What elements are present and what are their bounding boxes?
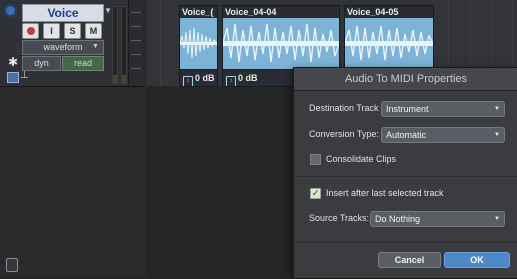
asterisk-icon[interactable]: ✱ bbox=[7, 56, 19, 68]
audio-clip[interactable]: Voice_( ↕ 0 dB bbox=[179, 5, 218, 87]
clip-name: Voice_04-05 bbox=[345, 6, 433, 18]
track-menu-arrow-icon[interactable]: ▼ bbox=[104, 4, 112, 20]
waveform bbox=[345, 18, 433, 69]
dialog-title: Audio To MIDI Properties bbox=[294, 68, 517, 91]
clip-gain-value: 0 dB bbox=[238, 73, 258, 83]
insert-after-selected-label[interactable]: Insert after last selected track bbox=[326, 184, 444, 202]
destination-track-type-value: Instrument bbox=[386, 104, 429, 114]
insert-after-selected-checkbox[interactable]: ✓ bbox=[310, 188, 321, 199]
chevron-down-icon: ▼ bbox=[92, 43, 99, 50]
zoom-toggle-icon[interactable] bbox=[6, 258, 18, 272]
chevron-down-icon: ▼ bbox=[494, 132, 500, 138]
ruler-tick bbox=[131, 12, 141, 13]
clip-name: Voice_04-04 bbox=[223, 6, 339, 18]
track-type-icon bbox=[7, 72, 19, 83]
source-tracks-value: Do Nothing bbox=[375, 214, 421, 224]
conversion-type-value: Automatic bbox=[386, 130, 427, 140]
ruler-tick bbox=[131, 54, 141, 55]
checkmark-icon: ✓ bbox=[311, 188, 320, 198]
empty-track-list-area bbox=[0, 87, 146, 277]
input-icon: ⊥ bbox=[20, 70, 29, 81]
chevron-down-icon: ▼ bbox=[494, 106, 500, 112]
solo-button[interactable]: S bbox=[64, 23, 81, 39]
input-monitor-button[interactable]: I bbox=[43, 23, 60, 39]
ruler-tick bbox=[131, 40, 141, 41]
waveform bbox=[223, 18, 339, 69]
gain-icon: ↕ bbox=[226, 76, 236, 86]
level-meter-right bbox=[121, 6, 127, 84]
clip-gain-value: 0 dB bbox=[195, 73, 215, 83]
automation-mode-selector[interactable]: read bbox=[62, 56, 104, 71]
divider bbox=[294, 176, 517, 177]
track-name-field[interactable]: Voice bbox=[22, 4, 104, 22]
mute-button[interactable]: M bbox=[85, 23, 102, 39]
empty-edit-area bbox=[146, 87, 293, 277]
audio-to-midi-dialog: Audio To MIDI Properties Destination Tra… bbox=[293, 67, 517, 279]
ruler-tick bbox=[131, 26, 141, 27]
conversion-type-select[interactable]: Automatic ▼ bbox=[381, 127, 505, 143]
ruler-tick bbox=[131, 68, 141, 69]
record-icon bbox=[26, 27, 35, 35]
waveform bbox=[180, 18, 217, 69]
cancel-button[interactable]: Cancel bbox=[378, 252, 441, 268]
clip-name: Voice_( bbox=[180, 6, 217, 18]
consolidate-clips-checkbox[interactable] bbox=[310, 154, 321, 165]
dyn-selector[interactable]: dyn bbox=[22, 56, 61, 71]
record-enable-button[interactable] bbox=[22, 23, 39, 39]
conversion-type-label: Conversion Type: bbox=[309, 129, 379, 139]
consolidate-clips-label[interactable]: Consolidate Clips bbox=[326, 150, 396, 168]
level-meter-left bbox=[112, 6, 118, 84]
track-active-toggle[interactable] bbox=[4, 4, 17, 17]
source-tracks-label: Source Tracks: bbox=[309, 213, 370, 223]
chevron-down-icon: ▼ bbox=[494, 216, 500, 222]
gain-icon: ↕ bbox=[183, 76, 193, 86]
destination-track-type-select[interactable]: Instrument ▼ bbox=[381, 101, 505, 117]
divider bbox=[294, 242, 517, 243]
clip-gain: ↕ 0 dB bbox=[180, 70, 217, 86]
source-tracks-select[interactable]: Do Nothing ▼ bbox=[370, 211, 505, 227]
grid-line bbox=[160, 0, 161, 86]
ok-button[interactable]: OK bbox=[444, 252, 510, 268]
